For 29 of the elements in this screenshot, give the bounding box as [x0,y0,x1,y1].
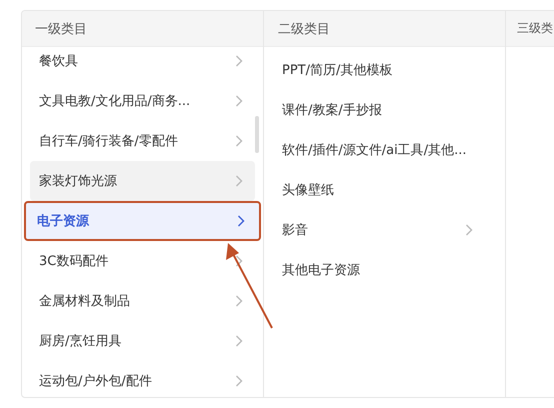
chevron-right-icon [235,135,243,147]
category-item[interactable]: 其他电子资源 [272,250,497,290]
category-item[interactable]: 餐饮具 [30,47,255,81]
category-item[interactable]: 电子资源 [24,201,261,241]
category-item[interactable]: PPT/简历/其他模板 [272,50,497,90]
chevron-right-icon [235,335,243,347]
chevron-right-icon [235,95,243,107]
chevron-right-icon [465,224,473,236]
category-item[interactable]: 文具电教/文化用品/商务... [30,81,255,121]
category-item[interactable]: 运动包/户外包/配件 [30,361,255,397]
category-item[interactable]: 影音 [272,210,497,250]
chevron-right-icon [235,375,243,387]
category-item[interactable]: 课件/教案/手抄报 [272,90,497,130]
category-item[interactable]: 3C数码配件 [30,241,255,281]
chevron-right-icon [237,215,245,227]
category-item[interactable]: 头像壁纸 [272,170,497,210]
chevron-right-icon [235,175,243,187]
scrollbar-thumb[interactable] [255,116,259,153]
category-item[interactable]: 厨房/烹饪用具 [30,321,255,361]
column-header: 二级类目 [264,11,505,47]
category-item[interactable]: 金属材料及制品 [30,281,255,321]
column-header: 三级类 [506,11,554,47]
column-header: 一级类目 [22,11,263,47]
chevron-right-icon [235,295,243,307]
category-item[interactable]: 家装灯饰光源 [30,161,255,201]
category-item[interactable]: 自行车/骑行装备/零配件 [30,121,255,161]
category-item[interactable]: 软件/插件/源文件/ai工具/其他... [272,130,497,170]
chevron-right-icon [235,255,243,267]
chevron-right-icon [235,55,243,67]
